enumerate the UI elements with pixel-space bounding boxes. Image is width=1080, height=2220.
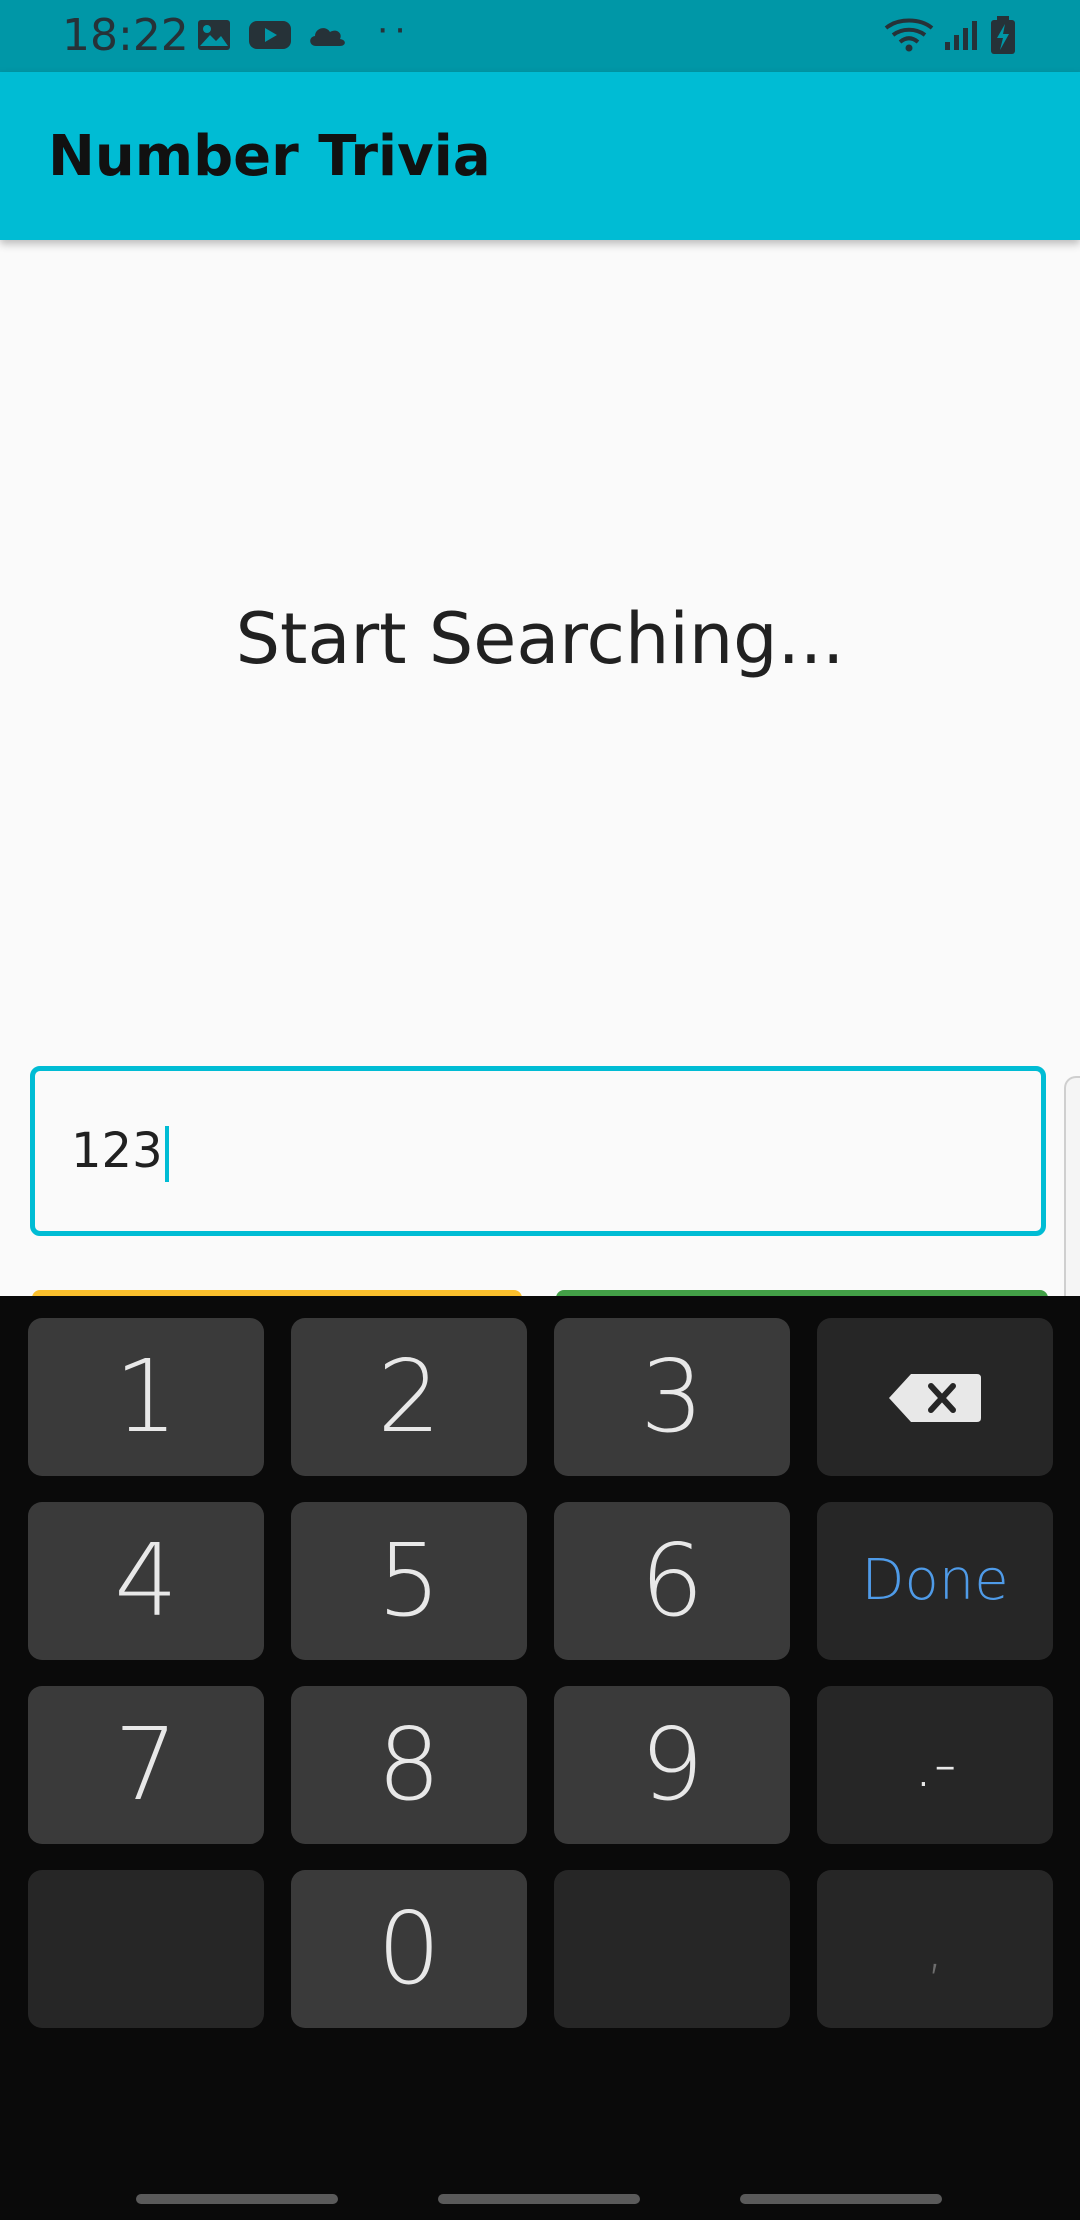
- key-7[interactable]: 7: [28, 1686, 264, 1844]
- key-comma[interactable]: ,: [817, 1870, 1053, 2028]
- status-bar: 18:22 ··: [0, 0, 1080, 72]
- key-0[interactable]: 0: [291, 1870, 527, 2028]
- search-status-message: Start Searching...: [235, 598, 845, 680]
- key-5[interactable]: 5: [291, 1502, 527, 1660]
- battery-charging-icon: [991, 16, 1015, 54]
- more-notifications-icon: ··: [376, 6, 411, 50]
- nav-home-hint[interactable]: [438, 2194, 640, 2204]
- gesture-navigation-bar: [0, 2180, 1080, 2220]
- key-2[interactable]: 2: [291, 1318, 527, 1476]
- key-blank-right[interactable]: [554, 1870, 790, 2028]
- key-done[interactable]: Done: [817, 1502, 1053, 1660]
- key-blank-left[interactable]: [28, 1870, 264, 2028]
- key-backspace[interactable]: [817, 1318, 1053, 1476]
- number-input-value[interactable]: 123: [71, 1123, 169, 1182]
- youtube-icon: [249, 21, 291, 49]
- backspace-icon: [889, 1374, 981, 1422]
- wifi-icon: [884, 18, 934, 52]
- image-icon: [198, 20, 230, 50]
- key-1[interactable]: 1: [28, 1318, 264, 1476]
- nav-back-hint[interactable]: [740, 2194, 942, 2204]
- signal-icon: [945, 21, 977, 50]
- key-8[interactable]: 8: [291, 1686, 527, 1844]
- key-4[interactable]: 4: [28, 1502, 264, 1660]
- nav-recents-hint[interactable]: [136, 2194, 338, 2204]
- key-3[interactable]: 3: [554, 1318, 790, 1476]
- app-title: Number Trivia: [48, 124, 491, 189]
- key-9[interactable]: 9: [554, 1686, 790, 1844]
- key-dot-minus[interactable]: .-: [817, 1686, 1053, 1844]
- cloud-icon: [310, 28, 345, 46]
- app-bar: Number Trivia: [0, 72, 1080, 240]
- key-6[interactable]: 6: [554, 1502, 790, 1660]
- text-cursor: [164, 1126, 169, 1182]
- numeric-keyboard: 1 2 3 4 5 6 Done 7 8 9 .- 0 ,: [0, 1296, 1080, 2220]
- number-input-field[interactable]: 123: [30, 1066, 1046, 1236]
- status-time: 18:22: [62, 10, 189, 61]
